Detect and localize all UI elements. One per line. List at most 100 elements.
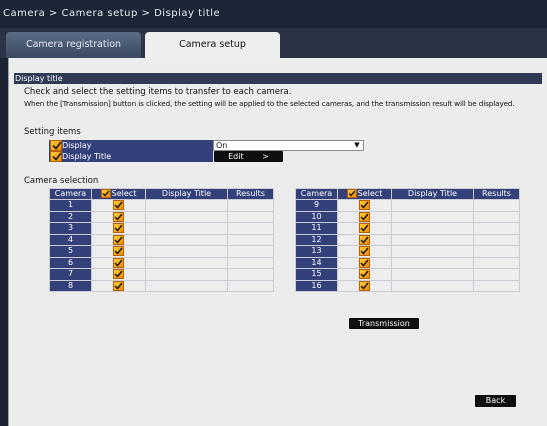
check-icon — [360, 270, 369, 278]
camera-number: 7 — [49, 268, 92, 281]
camera-select-checkbox[interactable] — [359, 246, 370, 256]
results-cell — [227, 256, 274, 269]
chevron-right-icon: > — [262, 152, 269, 161]
camera-select-checkbox[interactable] — [113, 269, 124, 279]
results-cell — [473, 210, 520, 223]
camera-select-checkbox[interactable] — [113, 234, 124, 245]
camera-select-checkbox[interactable] — [359, 234, 370, 245]
camera-select-checkbox[interactable] — [359, 211, 370, 222]
display-title-cell — [145, 233, 228, 246]
display-title-cell — [145, 279, 228, 292]
camera-column-header: Camera — [295, 188, 338, 200]
results-column-header: Results — [227, 188, 274, 200]
edit-button[interactable]: Edit > — [214, 151, 283, 162]
select-column-header[interactable]: Select — [337, 188, 392, 200]
setting-items-heading: Setting items — [24, 127, 81, 137]
display-title-column-header: Display Title — [391, 188, 474, 200]
display-title-cell — [145, 268, 228, 281]
camera-select-checkbox[interactable] — [113, 211, 124, 222]
select-cell — [337, 279, 392, 292]
results-cell — [227, 279, 274, 292]
edit-button-label: Edit — [228, 152, 244, 161]
select-cell — [337, 256, 392, 269]
table-row: 8 — [49, 279, 274, 292]
camera-number: 12 — [295, 233, 338, 246]
results-cell — [473, 279, 520, 292]
camera-select-checkbox[interactable] — [113, 280, 124, 291]
results-cell — [473, 256, 520, 269]
check-icon — [102, 190, 110, 197]
camera-select-checkbox[interactable] — [113, 257, 124, 268]
check-icon — [114, 259, 123, 267]
tab-bar: Camera registration Camera setup — [0, 28, 547, 58]
camera-number: 3 — [49, 222, 92, 235]
results-cell — [227, 268, 274, 281]
display-select[interactable]: On ▼ — [213, 140, 364, 151]
camera-number: 14 — [295, 256, 338, 269]
display-title-cell — [391, 245, 474, 258]
table-row: 1 — [49, 199, 274, 212]
table-row: 9 — [295, 199, 520, 212]
select-cell — [337, 222, 392, 235]
select-cell — [337, 245, 392, 258]
results-cell — [473, 199, 520, 212]
camera-number: 6 — [49, 256, 92, 269]
check-icon — [360, 224, 369, 232]
results-cell — [473, 233, 520, 246]
dropdown-arrow-icon: ▼ — [354, 141, 360, 149]
camera-selection-heading: Camera selection — [24, 176, 99, 186]
table-row: 7 — [49, 268, 274, 281]
select-cell — [91, 279, 146, 292]
check-icon — [360, 282, 369, 290]
camera-select-checkbox[interactable] — [359, 200, 370, 210]
table-row: 13 — [295, 245, 520, 258]
check-icon — [52, 141, 62, 150]
check-icon — [348, 190, 356, 197]
camera-number: 16 — [295, 279, 338, 292]
select-cell — [337, 210, 392, 223]
check-icon — [360, 213, 369, 221]
display-title-cell — [391, 233, 474, 246]
camera-select-checkbox[interactable] — [113, 246, 124, 256]
camera-select-checkbox[interactable] — [113, 200, 124, 210]
camera-select-checkbox[interactable] — [359, 280, 370, 291]
camera-number: 5 — [49, 245, 92, 258]
results-cell — [473, 268, 520, 281]
camera-number: 15 — [295, 268, 338, 281]
display-checkbox[interactable] — [50, 140, 62, 151]
camera-select-checkbox[interactable] — [359, 269, 370, 279]
camera-select-checkbox[interactable] — [113, 223, 124, 233]
camera-number: 9 — [295, 199, 338, 212]
tab-camera-setup[interactable]: Camera setup — [145, 32, 280, 58]
table-row: 15 — [295, 268, 520, 281]
check-icon — [52, 152, 62, 161]
select-column-label: Select — [111, 189, 137, 198]
camera-table-left: Camera Select Display Title Results 1234… — [49, 188, 274, 292]
camera-number: 11 — [295, 222, 338, 235]
select-all-checkbox[interactable] — [346, 189, 357, 198]
table-row: 4 — [49, 233, 274, 246]
tab-camera-registration[interactable]: Camera registration — [6, 32, 141, 58]
select-cell — [337, 233, 392, 246]
back-button[interactable]: Back — [475, 395, 516, 407]
check-icon — [114, 224, 123, 232]
camera-number: 13 — [295, 245, 338, 258]
display-title-cell — [391, 199, 474, 212]
camera-select-checkbox[interactable] — [359, 257, 370, 268]
transmission-button[interactable]: Transmission — [349, 318, 419, 329]
description-line-1: Check and select the setting items to tr… — [24, 87, 292, 97]
check-icon — [114, 201, 123, 209]
results-cell — [227, 245, 274, 258]
camera-select-checkbox[interactable] — [359, 223, 370, 233]
table-row: 5 — [49, 245, 274, 258]
select-all-checkbox[interactable] — [100, 189, 111, 198]
results-cell — [227, 222, 274, 235]
display-title-cell — [145, 245, 228, 258]
check-icon — [360, 236, 369, 244]
camera-table-left-body: 12345678 — [49, 199, 274, 292]
setting-row-display-title: Display Title — [49, 151, 213, 162]
display-title-cell — [145, 210, 228, 223]
results-cell — [473, 222, 520, 235]
select-column-header[interactable]: Select — [91, 188, 146, 200]
display-title-checkbox[interactable] — [50, 151, 62, 162]
